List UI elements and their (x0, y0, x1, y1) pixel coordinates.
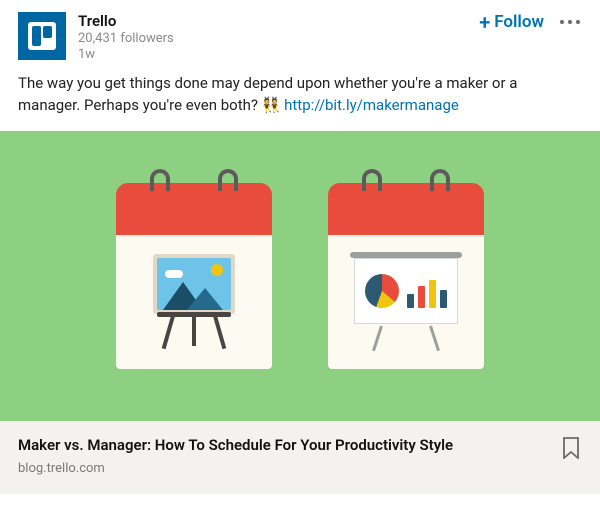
emoji-dancers: 👯 (262, 96, 281, 114)
calendar-maker-illustration (116, 183, 272, 369)
trello-logo-icon (28, 22, 56, 50)
post-age: 1w (78, 47, 467, 63)
post-card: Trello 20,431 followers 1w + Follow The … (0, 0, 600, 494)
post-header: Trello 20,431 followers 1w + Follow (0, 0, 600, 69)
link-preview-image[interactable] (0, 131, 600, 421)
follow-button[interactable]: + Follow (479, 12, 544, 32)
post-body: The way you get things done may depend u… (0, 69, 600, 131)
plus-icon: + (479, 12, 490, 32)
post-link[interactable]: http://bit.ly/makermanage (284, 96, 459, 114)
author-avatar[interactable] (18, 12, 66, 60)
follow-label: Follow (494, 12, 544, 32)
preview-title: Maker vs. Manager: How To Schedule For Y… (18, 435, 550, 455)
more-options-button[interactable] (558, 16, 582, 28)
header-actions: + Follow (479, 12, 582, 32)
bar-chart-icon (407, 274, 447, 308)
pie-chart-icon (365, 274, 399, 308)
presentation-board-icon (350, 252, 462, 352)
preview-domain: blog.trello.com (18, 461, 550, 476)
preview-text-block: Maker vs. Manager: How To Schedule For Y… (18, 435, 550, 476)
bookmark-icon (562, 437, 580, 459)
author-block: Trello 20,431 followers 1w (78, 12, 467, 63)
calendar-manager-illustration (328, 183, 484, 369)
author-name[interactable]: Trello (78, 12, 467, 31)
easel-icon (151, 254, 237, 350)
bookmark-button[interactable] (562, 435, 582, 463)
followers-count: 20,431 followers (78, 31, 467, 47)
link-preview-footer[interactable]: Maker vs. Manager: How To Schedule For Y… (0, 421, 600, 494)
